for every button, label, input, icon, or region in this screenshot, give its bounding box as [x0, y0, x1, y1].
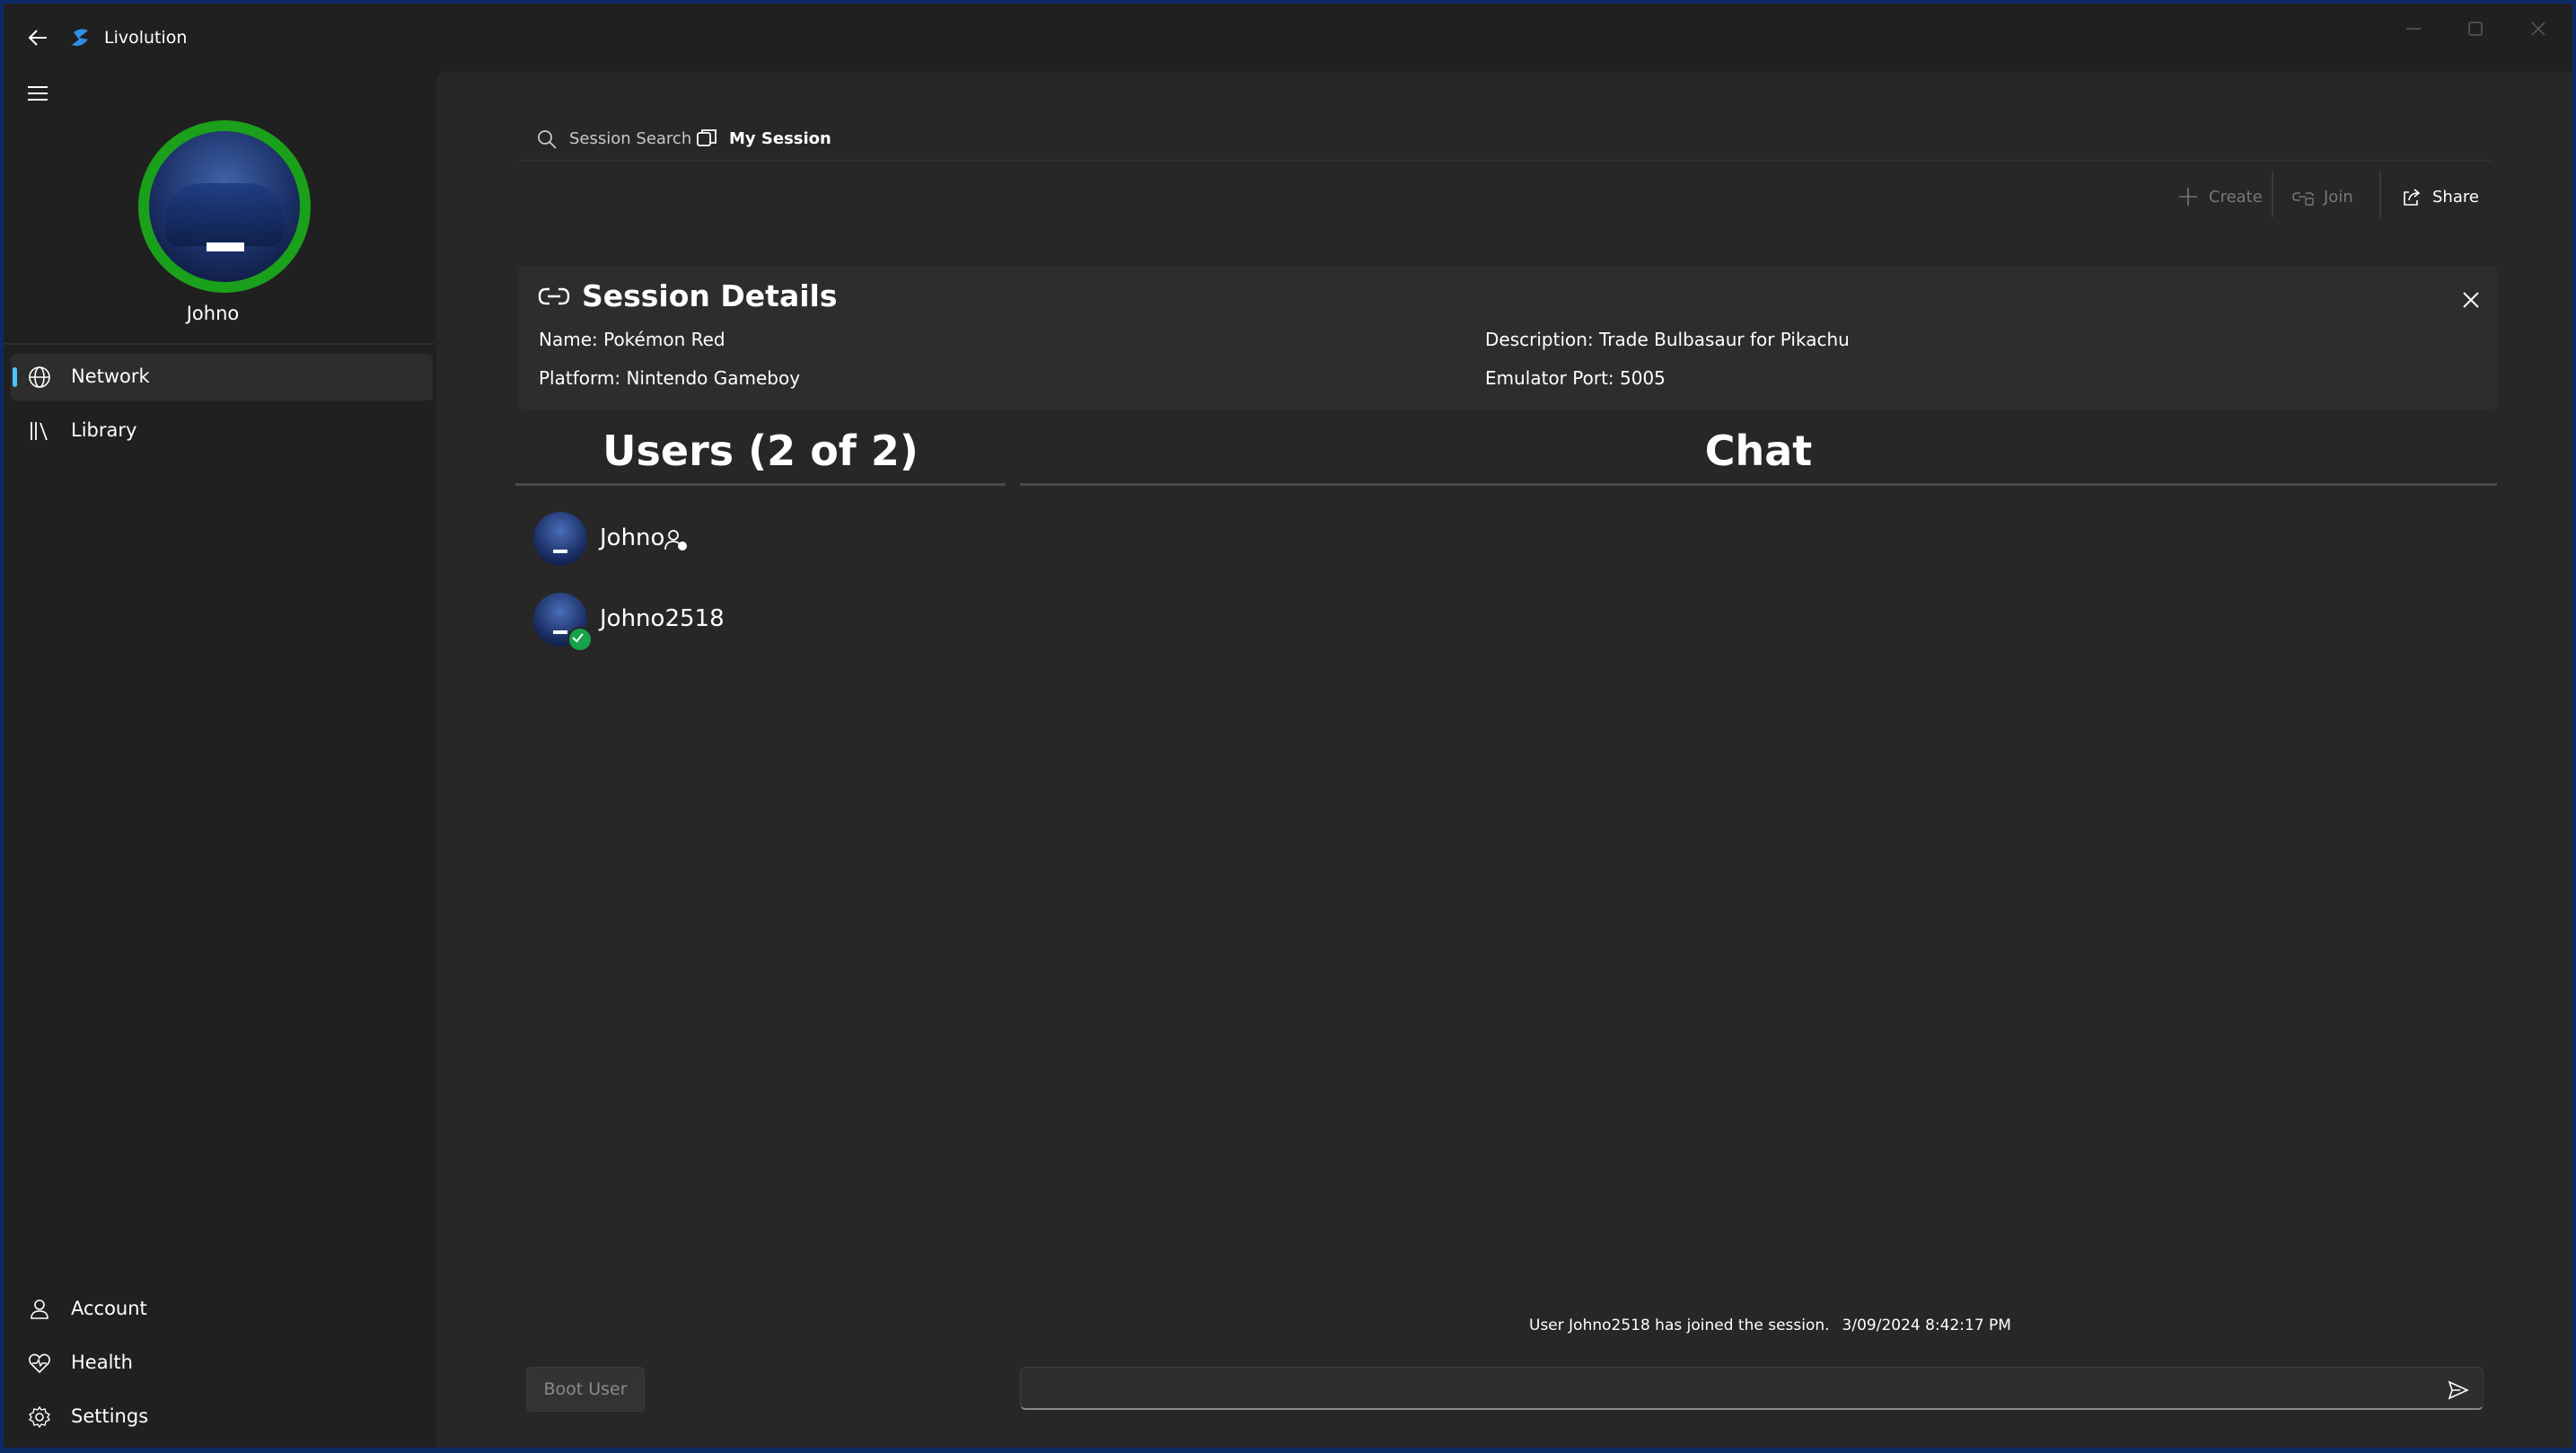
user-name: Johno — [600, 524, 665, 551]
chat-input[interactable] — [1020, 1367, 2484, 1410]
boot-user-button[interactable]: Boot User — [526, 1367, 645, 1412]
tab-divider — [517, 160, 2492, 162]
chat-header-underline — [1020, 483, 2497, 486]
plus-icon — [2179, 188, 2197, 206]
sidebar-item-account[interactable]: Account — [11, 1286, 433, 1333]
chat-message: User Johno2518 has joined the session. 3/… — [1529, 1317, 2011, 1334]
share-label: Share — [2432, 188, 2479, 207]
sidebar-divider — [4, 343, 435, 345]
users-header: Users (2 of 2) — [602, 427, 919, 475]
profile-name: Johno — [186, 303, 240, 324]
session-description: Description: Trade Bulbasaur for Pikachu — [1485, 329, 1850, 350]
session-details-card: Session Details Name: Pokémon Red Platfo… — [517, 266, 2498, 409]
hamburger-menu-icon[interactable] — [23, 81, 52, 106]
minimize-icon[interactable] — [2397, 16, 2430, 41]
host-icon — [664, 530, 687, 550]
sidebar-item-settings[interactable]: Settings — [11, 1394, 433, 1440]
main-content: Session Search My Session Create Join Sh… — [436, 72, 2572, 1448]
send-icon[interactable] — [2446, 1378, 2471, 1403]
sidebar-item-library[interactable]: Library — [11, 408, 433, 454]
sidebar-item-label: Settings — [71, 1405, 149, 1427]
user-name: Johno2518 — [600, 605, 725, 632]
back-arrow-icon[interactable] — [23, 23, 52, 52]
command-separator — [2379, 171, 2381, 217]
active-indicator — [13, 367, 17, 387]
users-header-underline — [515, 483, 1006, 486]
link-icon — [538, 287, 570, 305]
link-lock-icon — [2292, 192, 2314, 206]
title-bar: Livolution — [4, 4, 2572, 72]
avatar — [533, 593, 593, 652]
avatar — [533, 512, 587, 566]
profile-avatar[interactable] — [138, 120, 311, 293]
join-label: Join — [2324, 188, 2353, 207]
sidebar-item-label: Account — [71, 1298, 147, 1319]
globe-icon — [29, 366, 50, 388]
session-name: Name: Pokémon Red — [539, 329, 725, 350]
command-separator — [2272, 171, 2273, 217]
sidebar-item-label: Library — [71, 419, 137, 441]
ready-check-icon — [567, 627, 593, 652]
session-emulator-port: Emulator Port: 5005 — [1485, 367, 1666, 389]
sidebar-item-health[interactable]: Health — [11, 1340, 433, 1387]
tab-label: Session Search — [569, 129, 692, 148]
chat-message-text: User Johno2518 has joined the session. — [1529, 1317, 1830, 1334]
create-label: Create — [2209, 188, 2263, 207]
session-icon — [697, 129, 717, 146]
gear-icon — [28, 1405, 51, 1429]
app-logo-icon — [72, 29, 88, 47]
library-icon — [31, 422, 48, 441]
session-details-title: Session Details — [582, 278, 838, 313]
heart-pulse-icon — [29, 1353, 50, 1374]
maximize-icon[interactable] — [2459, 16, 2492, 41]
app-window: Livolution Johno Network Library Account… — [4, 4, 2572, 1448]
chat-header: Chat — [1704, 427, 1813, 475]
window-close-icon[interactable] — [2522, 16, 2554, 41]
sidebar-item-network[interactable]: Network — [11, 354, 433, 401]
chat-message-timestamp: 3/09/2024 8:42:17 PM — [1842, 1317, 2011, 1334]
sidebar-item-label: Network — [71, 365, 150, 387]
close-icon[interactable] — [2458, 287, 2484, 313]
session-platform: Platform: Nintendo Gameboy — [539, 367, 801, 389]
share-icon — [2404, 189, 2421, 206]
sidebar-item-label: Health — [71, 1352, 133, 1373]
search-icon — [538, 130, 557, 149]
app-title: Livolution — [104, 28, 188, 48]
tab-label: My Session — [729, 129, 831, 148]
person-icon — [31, 1299, 48, 1319]
